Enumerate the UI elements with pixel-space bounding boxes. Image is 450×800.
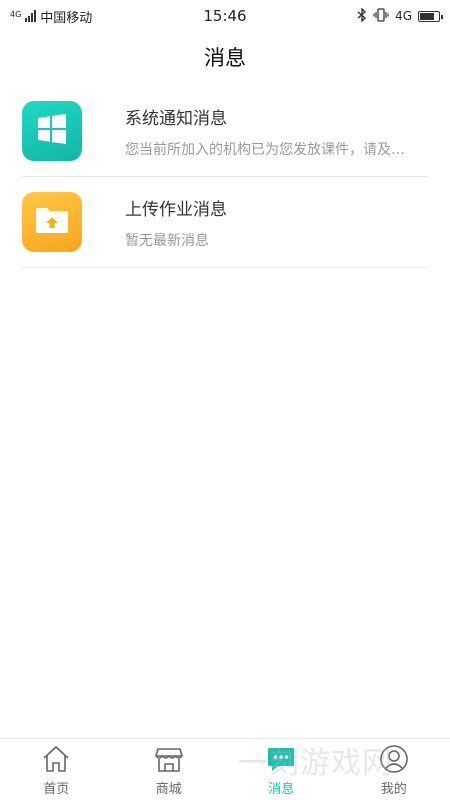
store-icon: [152, 742, 186, 776]
message-subtitle: 暂无最新消息: [125, 232, 209, 249]
message-icon-box: [22, 192, 82, 252]
status-bar: 4G 中国移动 15:46 4G: [0, 0, 450, 32]
status-left: 4G 中国移动: [10, 7, 92, 26]
windows-icon: [36, 113, 68, 149]
message-title: 系统通知消息: [125, 108, 227, 129]
message-icon-box: [22, 101, 82, 161]
message-text: 系统通知消息 您当前所加入的机构已为您发放课件，请及…: [125, 104, 429, 159]
network-type-label: 4G: [10, 9, 22, 19]
watermark-text: 一刻游戏网: [238, 746, 393, 781]
bluetooth-icon: [357, 6, 367, 25]
nav-label: 商城: [155, 782, 182, 797]
status-right: 4G: [357, 6, 443, 25]
watermark: 一刻游戏网: [238, 738, 393, 782]
message-subtitle: 您当前所加入的机构已为您发放课件，请及…: [125, 141, 405, 158]
page-title: 消息: [204, 46, 246, 70]
carrier-name: 中国移动: [40, 10, 93, 26]
folder-upload-icon: [34, 205, 70, 239]
message-title: 上传作业消息: [125, 199, 227, 220]
nav-item-store[interactable]: 商城: [113, 739, 226, 800]
nav-label: 首页: [43, 782, 70, 797]
nav-item-home[interactable]: 首页: [0, 739, 113, 800]
message-text: 上传作业消息 暂无最新消息: [125, 195, 429, 250]
home-icon: [39, 742, 73, 776]
message-item-system-notice[interactable]: 系统通知消息 您当前所加入的机构已为您发放课件，请及…: [22, 86, 429, 177]
vibrate-icon: [373, 7, 389, 25]
signal-icon: [25, 10, 37, 22]
message-list: 系统通知消息 您当前所加入的机构已为您发放课件，请及… 上传作业消息 暂无最新消…: [22, 86, 429, 268]
network-type-right: 4G: [395, 9, 412, 23]
battery-icon: [418, 10, 443, 22]
message-item-homework-upload[interactable]: 上传作业消息 暂无最新消息: [22, 177, 429, 268]
